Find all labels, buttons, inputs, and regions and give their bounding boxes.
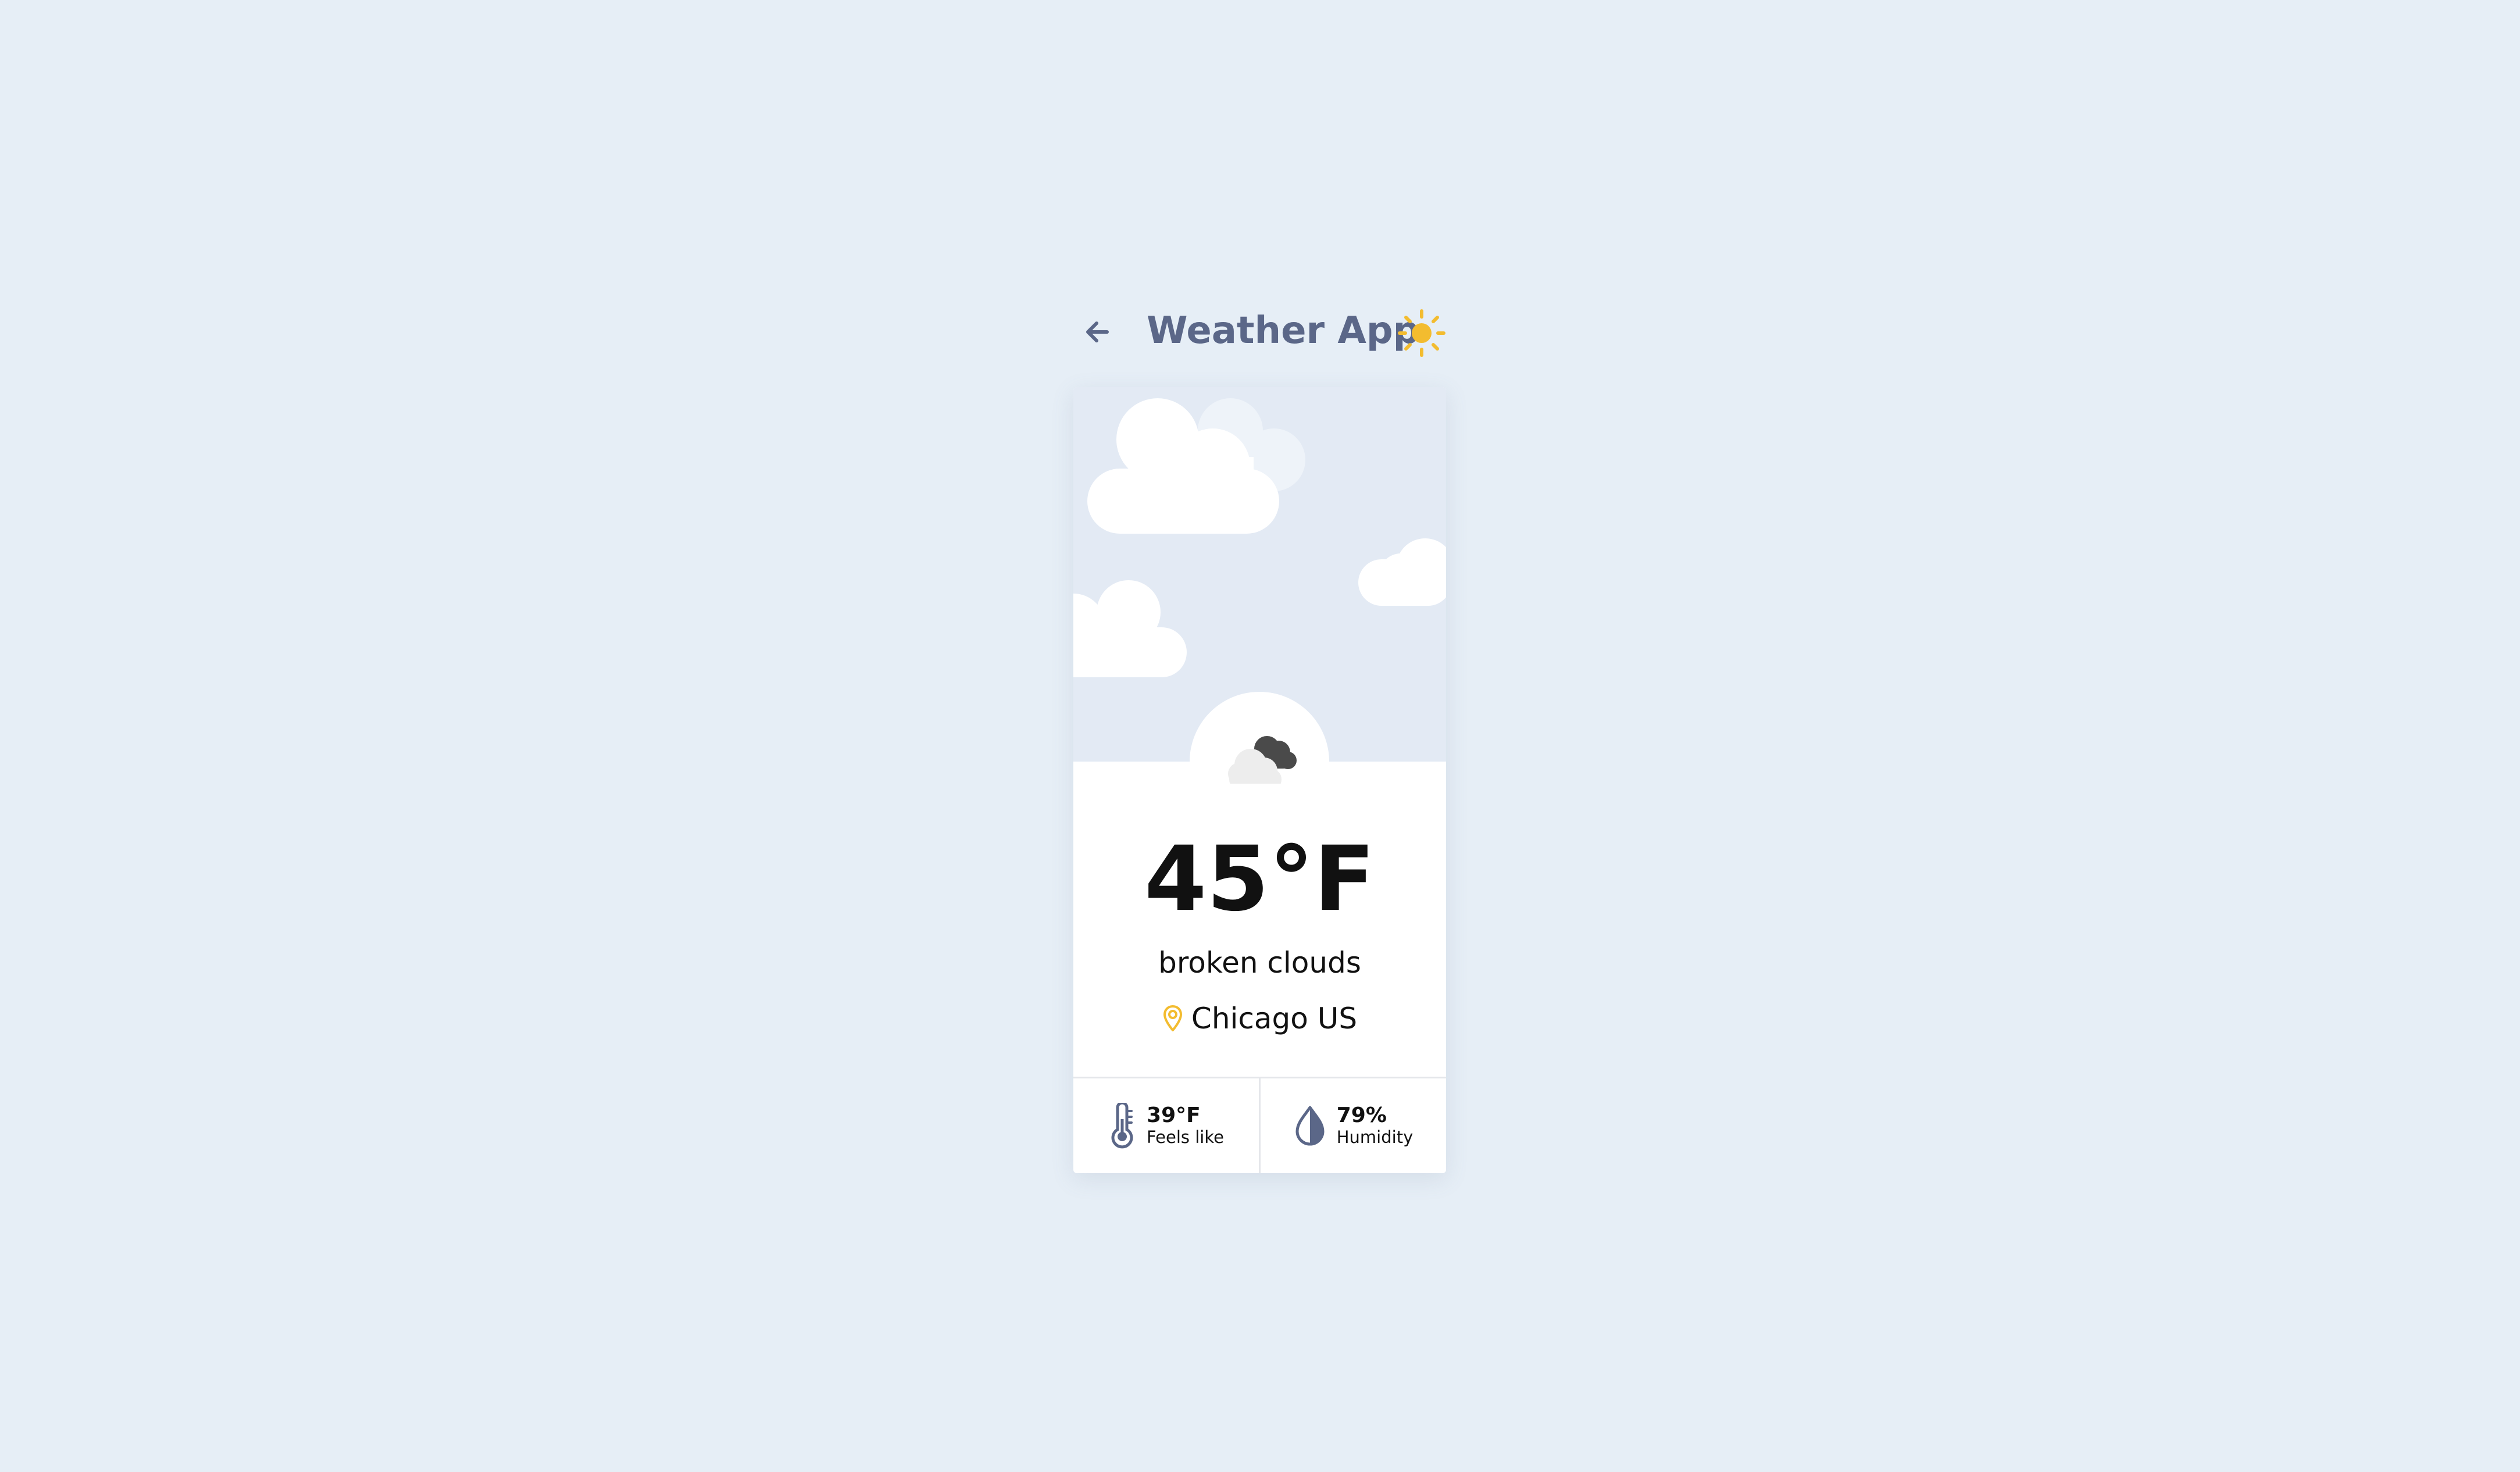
back-button[interactable] [1080, 316, 1114, 348]
temperature: 45°F [1144, 827, 1375, 931]
thermometer-icon [1111, 1102, 1133, 1148]
humidity-stat: 79% Humidity [1259, 1078, 1446, 1173]
broken-clouds-icon [1228, 736, 1297, 784]
sky-illustration [1073, 387, 1446, 762]
location-name: Chicago US [1191, 1002, 1358, 1035]
theme-toggle-button[interactable] [1398, 309, 1445, 357]
sun-icon [1398, 309, 1445, 357]
app-header: Weather App [1073, 302, 1446, 360]
location: Chicago US [1073, 1001, 1446, 1036]
feels-like-label: Feels like [1147, 1127, 1224, 1147]
water-drop-icon [1295, 1106, 1325, 1145]
weather-card: 45°F broken clouds Chicago US 39°F Feels… [1073, 387, 1446, 1173]
feels-like-value: 39°F [1147, 1103, 1201, 1128]
humidity-value: 79% [1336, 1103, 1387, 1128]
humidity-label: Humidity [1336, 1127, 1414, 1147]
weather-description: broken clouds [1158, 946, 1361, 980]
app-title: Weather App [1147, 309, 1420, 352]
stats-bar: 39°F Feels like 79% Humidity [1073, 1077, 1446, 1173]
feels-like-stat: 39°F Feels like [1073, 1078, 1259, 1173]
arrow-left-icon [1086, 321, 1109, 342]
map-pin-icon [1163, 1005, 1182, 1031]
